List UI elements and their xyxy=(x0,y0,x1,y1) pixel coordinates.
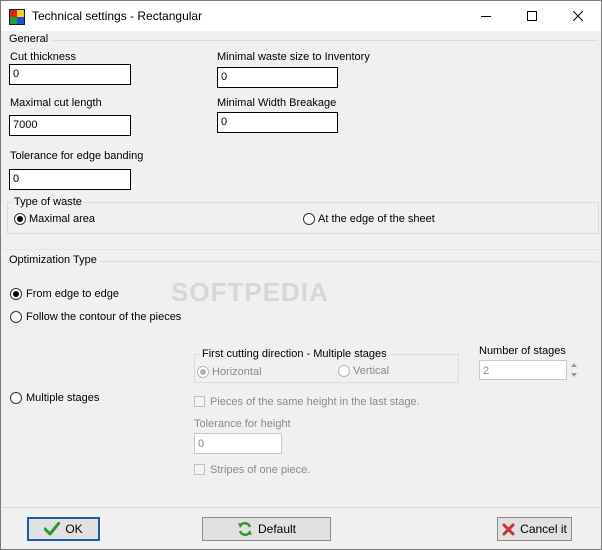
cancel-x-icon xyxy=(502,523,515,535)
waste-type-label: Type of waste xyxy=(12,196,84,208)
same-height-label[interactable]: Pieces of the same height in the last st… xyxy=(210,396,420,408)
horizontal-label[interactable]: Horizontal xyxy=(212,366,262,378)
from-edge-radio[interactable] xyxy=(10,288,22,300)
close-icon xyxy=(573,11,583,21)
title-bar[interactable]: Technical settings - Rectangular xyxy=(1,1,601,31)
tolerance-height-label: Tolerance for height xyxy=(194,418,291,430)
stripes-checkbox[interactable] xyxy=(194,464,205,475)
refresh-icon xyxy=(237,522,252,536)
chevron-down-icon xyxy=(571,373,577,377)
softpedia-watermark: SOFTPEDIA xyxy=(171,277,329,307)
min-waste-inventory-input[interactable]: 0 xyxy=(217,67,338,88)
general-section-label: General xyxy=(9,33,49,45)
cut-thickness-label: Cut thickness xyxy=(10,51,77,63)
tolerance-height-input[interactable]: 0 xyxy=(194,433,282,454)
button-panel: OK Default Cancel it xyxy=(2,507,600,549)
technical-settings-window: Technical settings - Rectangular General… xyxy=(0,0,602,550)
number-of-stages-input[interactable]: 2 xyxy=(479,360,567,380)
section-separator xyxy=(2,249,600,250)
close-button[interactable] xyxy=(555,1,601,31)
minimize-icon xyxy=(481,16,491,17)
maximize-icon xyxy=(527,11,537,21)
multiple-stages-label[interactable]: Multiple stages xyxy=(26,392,99,404)
chevron-up-icon xyxy=(571,363,577,367)
cut-direction-label: First cutting direction - Multiple stage… xyxy=(200,348,389,360)
app-icon xyxy=(9,9,25,25)
number-of-stages-spinner[interactable] xyxy=(568,360,580,380)
optimization-section-label: Optimization Type xyxy=(9,254,97,266)
spin-down-arrow[interactable] xyxy=(568,370,580,380)
follow-contour-label[interactable]: Follow the contour of the pieces xyxy=(26,311,181,323)
cancel-button[interactable]: Cancel it xyxy=(497,517,572,541)
waste-max-area-label[interactable]: Maximal area xyxy=(29,213,95,225)
cancel-button-label: Cancel it xyxy=(520,522,567,536)
stripes-label[interactable]: Stripes of one piece. xyxy=(210,464,310,476)
horizontal-radio[interactable] xyxy=(197,366,209,378)
default-button-label: Default xyxy=(257,522,297,536)
waste-edge-sheet-label[interactable]: At the edge of the sheet xyxy=(318,213,435,225)
multiple-stages-radio[interactable] xyxy=(10,392,22,404)
min-waste-inventory-label: Minimal waste size to Inventory xyxy=(217,51,370,63)
spin-up-arrow[interactable] xyxy=(568,360,580,370)
maximize-button[interactable] xyxy=(509,1,555,31)
min-width-breakage-input[interactable]: 0 xyxy=(217,112,338,133)
vertical-radio[interactable] xyxy=(338,365,350,377)
min-width-breakage-label: Minimal Width Breakage xyxy=(217,97,337,109)
check-icon xyxy=(44,522,61,536)
from-edge-label[interactable]: From edge to edge xyxy=(26,288,119,300)
ok-button[interactable]: OK xyxy=(27,517,100,541)
edge-tolerance-input[interactable]: 0 xyxy=(9,169,131,190)
cut-thickness-input[interactable]: 0 xyxy=(9,64,131,85)
number-of-stages-label: Number of stages xyxy=(479,345,566,357)
max-cut-length-label: Maximal cut length xyxy=(10,97,102,109)
optimization-divider xyxy=(99,261,598,262)
vertical-label[interactable]: Vertical xyxy=(353,365,389,377)
same-height-checkbox[interactable] xyxy=(194,396,205,407)
ok-button-label: OK xyxy=(65,522,83,536)
waste-edge-sheet-radio[interactable] xyxy=(303,213,315,225)
max-cut-length-input[interactable]: 7000 xyxy=(9,115,131,136)
waste-max-area-radio[interactable] xyxy=(14,213,26,225)
window-title: Technical settings - Rectangular xyxy=(32,9,203,23)
follow-contour-radio[interactable] xyxy=(10,311,22,323)
general-divider xyxy=(53,40,598,41)
edge-tolerance-label: Tolerance for edge banding xyxy=(10,150,144,162)
minimize-button[interactable] xyxy=(463,1,509,31)
default-button[interactable]: Default xyxy=(202,517,331,541)
